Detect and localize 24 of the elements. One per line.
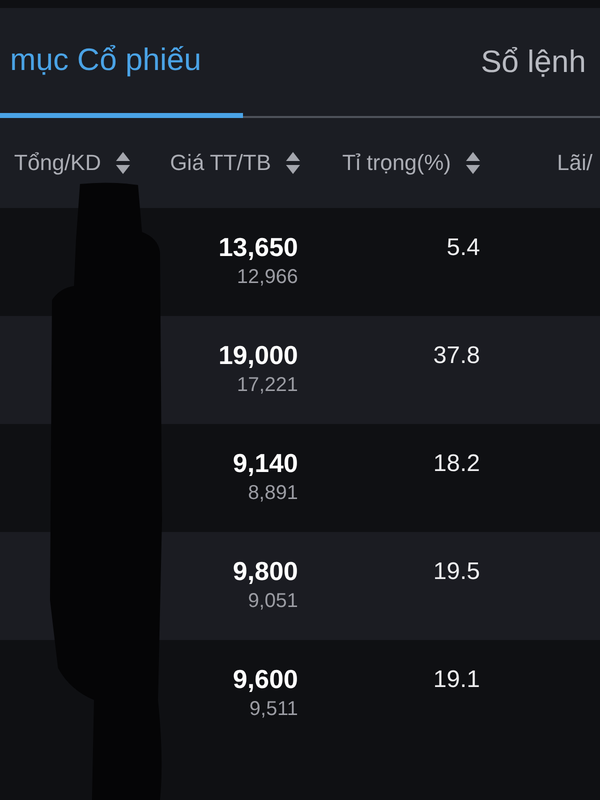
market-price-text: 9,800: [232, 556, 298, 588]
weight-text: 19.5: [433, 558, 480, 587]
average-price-text: 8,891: [248, 481, 298, 506]
column-header[interactable]: Tỉ trọng(%): [342, 148, 480, 178]
average-price-text: 9,511: [249, 697, 298, 722]
weight-text: 5.4: [446, 234, 480, 263]
market-price-text: 13,650: [218, 232, 298, 264]
average-price-text: 12,966: [236, 265, 298, 290]
sort-icon: [286, 152, 300, 174]
market-price-text: 9,600: [232, 664, 298, 696]
average-price-text: 17,221: [236, 373, 298, 398]
weight-text: 19.1: [433, 666, 480, 695]
sort-icon: [466, 152, 480, 174]
column-header[interactable]: Tổng/KD: [14, 148, 130, 178]
weight-text: 18.2: [433, 450, 480, 479]
tab[interactable]: mục Cổ phiếu: [0, 8, 243, 118]
market-price-text: 9,140: [232, 448, 298, 480]
weight-text: 37.8: [433, 342, 480, 371]
market-price-text: 19,000: [218, 340, 298, 372]
column-header[interactable]: Giá TT/TB: [170, 148, 300, 178]
column-header[interactable]: Lãi/: [557, 148, 592, 178]
average-price-text: 9,051: [248, 589, 298, 614]
sort-icon: [116, 152, 130, 174]
tab[interactable]: Sổ lệnh: [243, 8, 600, 118]
